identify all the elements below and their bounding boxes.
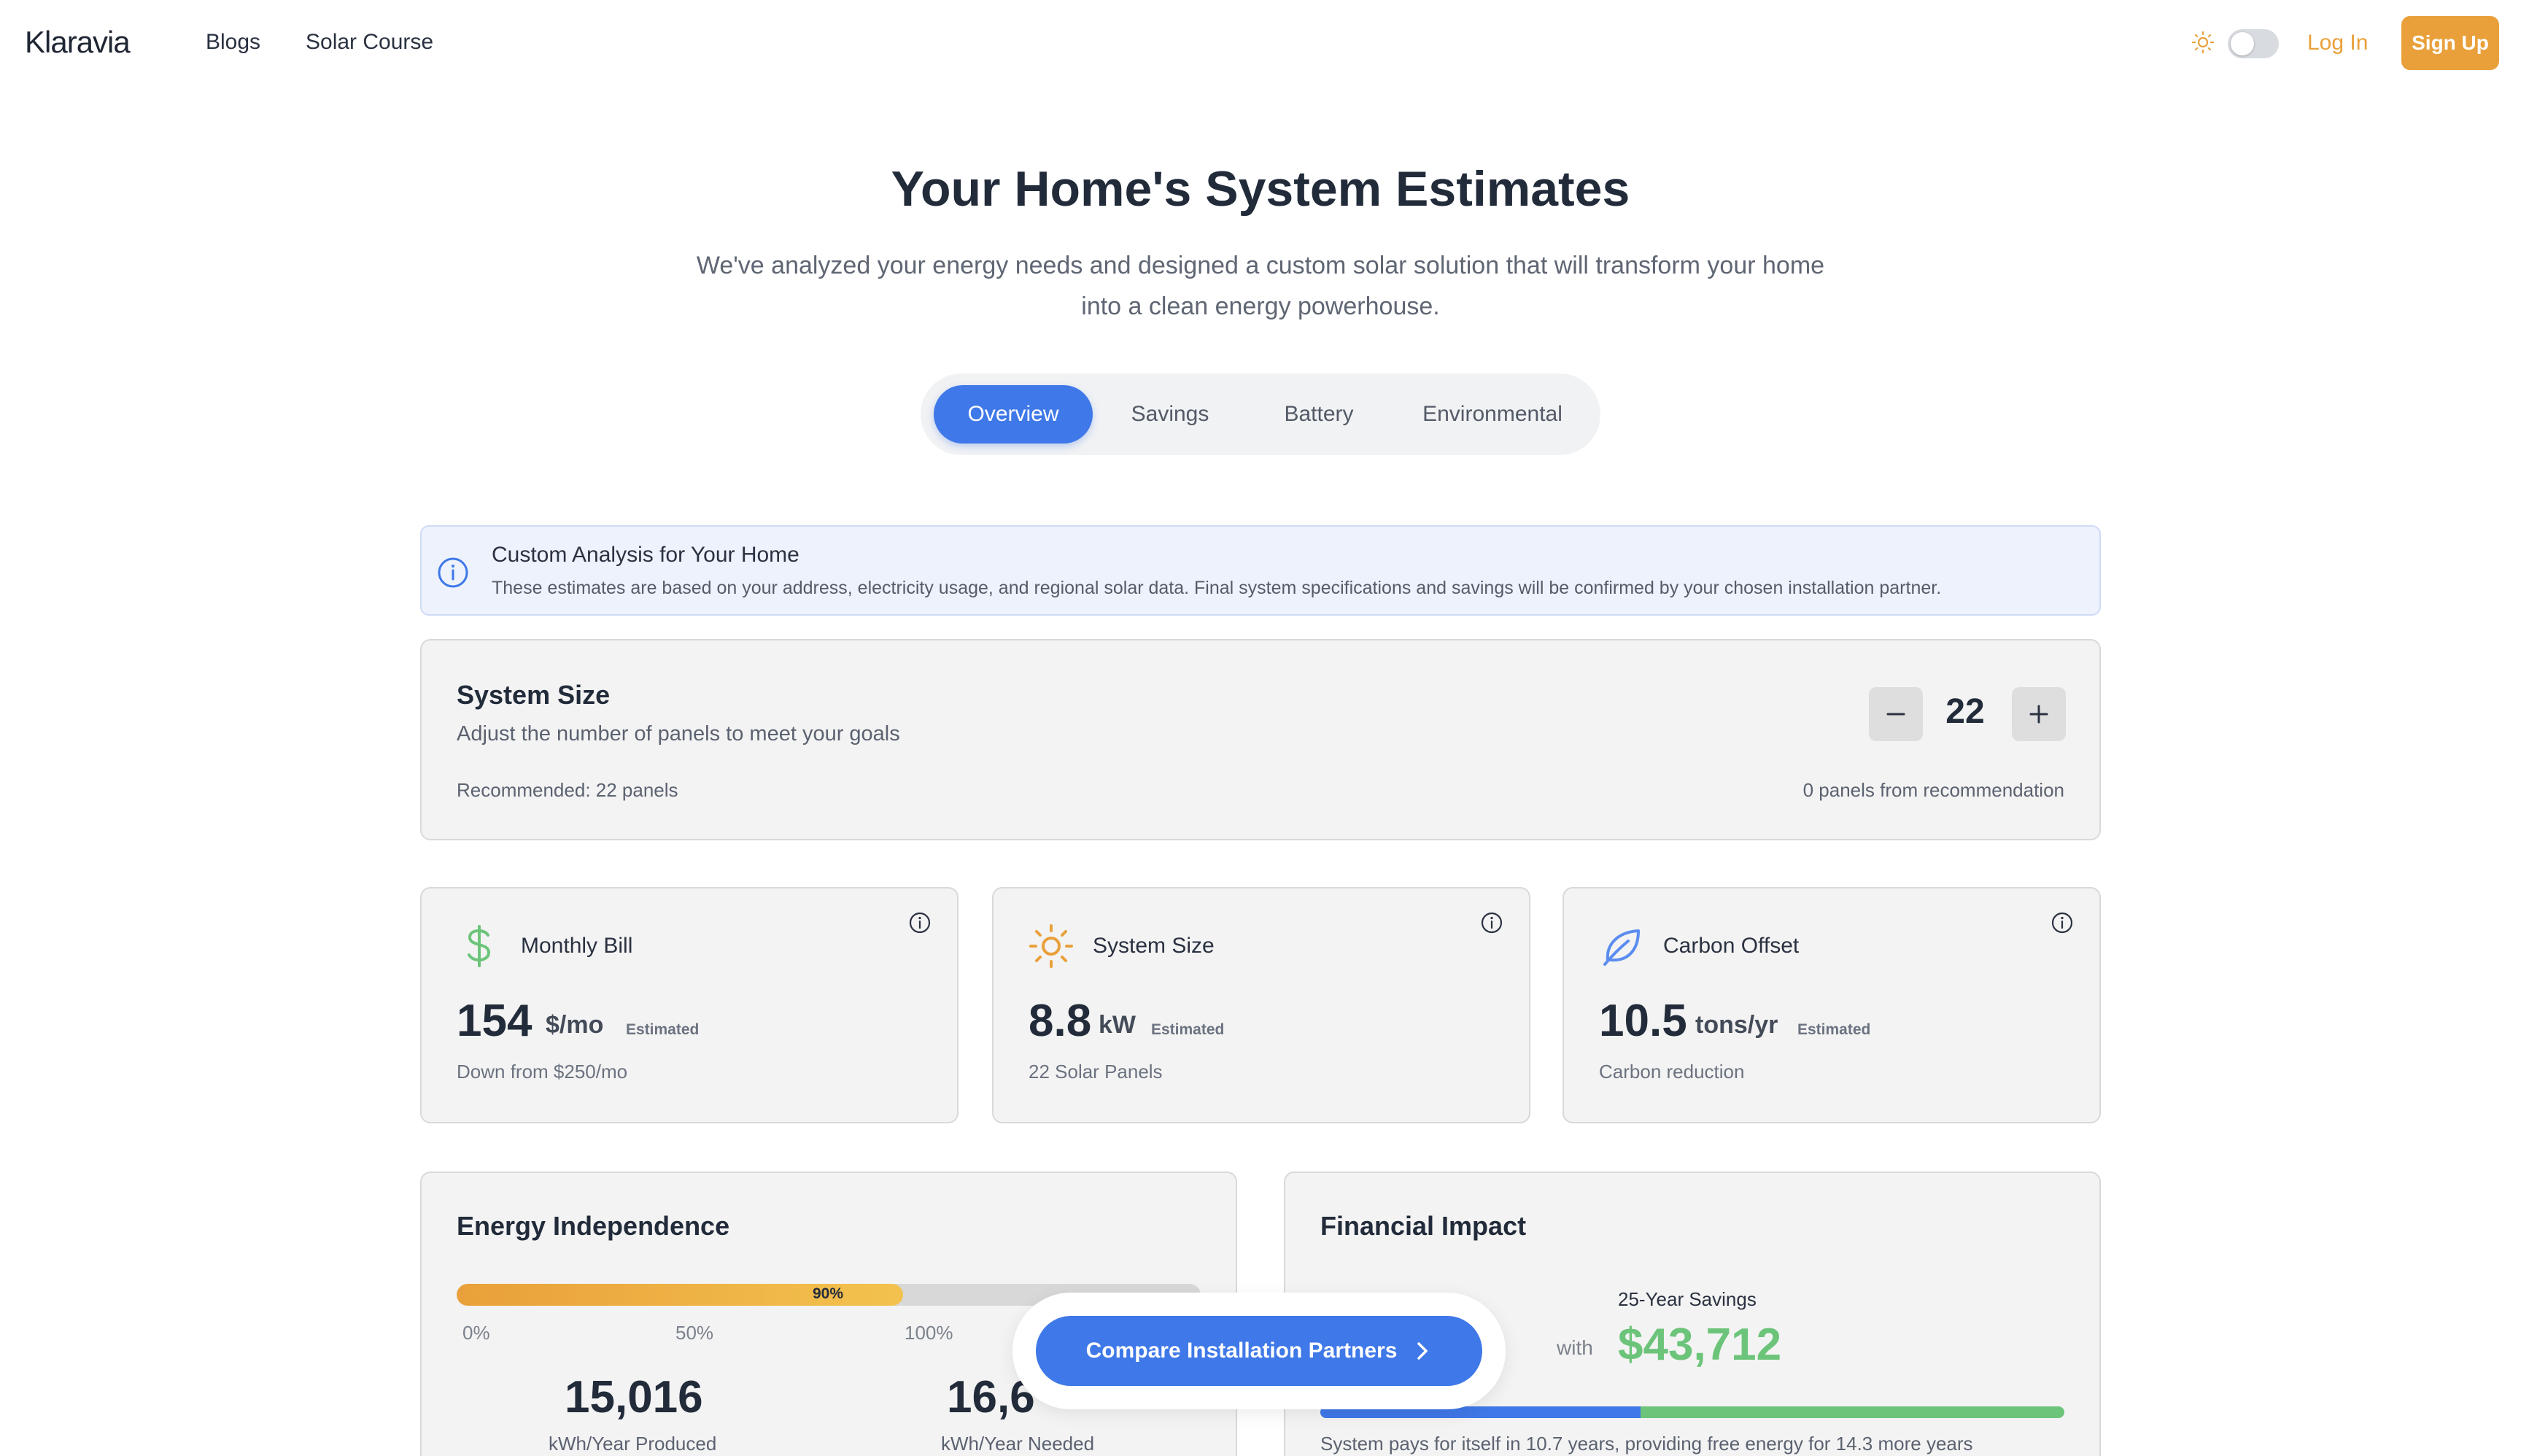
- logo[interactable]: Klaravia: [25, 25, 131, 60]
- tick-label: 0%: [462, 1322, 490, 1344]
- signup-button[interactable]: Sign Up: [2401, 16, 2499, 70]
- recommended-panels: Recommended: 22 panels: [457, 779, 678, 801]
- recommendation-difference: 0 panels from recommendation: [1802, 779, 2064, 801]
- estimated-badge: Estimated: [626, 1021, 700, 1038]
- chevron-right-icon: [1417, 1342, 1428, 1360]
- produced-value: 15,016: [565, 1372, 703, 1422]
- compare-partners-button[interactable]: Compare Installation Partners: [1036, 1316, 1482, 1386]
- stat-label: Carbon Offset: [1663, 934, 1800, 958]
- info-icon[interactable]: [907, 910, 932, 935]
- estimated-badge: Estimated: [1797, 1021, 1871, 1038]
- tab-savings[interactable]: Savings: [1104, 385, 1236, 444]
- stat-value: 10.5: [1599, 996, 1687, 1046]
- tick-label: 100%: [905, 1322, 953, 1344]
- stat-unit: kW: [1099, 1011, 1136, 1039]
- info-banner-title: Custom Analysis for Your Home: [492, 543, 799, 567]
- tick-label: 50%: [675, 1322, 714, 1344]
- leaf-icon: [1603, 929, 1640, 966]
- stat-label: Monthly Bill: [521, 934, 633, 958]
- nav-link-blogs[interactable]: Blogs: [206, 30, 260, 55]
- produced-label: kWh/Year Produced: [549, 1433, 717, 1455]
- tab-bar: Overview Savings Battery Environmental: [921, 373, 1600, 455]
- tab-environmental[interactable]: Environmental: [1402, 385, 1583, 444]
- dollar-icon: [468, 925, 491, 967]
- decrease-panels-button[interactable]: [1869, 687, 1923, 741]
- increase-panels-button[interactable]: [2012, 687, 2066, 741]
- sun-icon[interactable]: [2191, 31, 2215, 54]
- system-size-stat-card: System Size 8.8 kW Estimated 22 Solar Pa…: [992, 887, 1530, 1123]
- stat-unit: $/mo: [546, 1011, 604, 1039]
- with-label: with: [1557, 1336, 1593, 1359]
- stat-note: Carbon reduction: [1599, 1061, 1745, 1083]
- tab-battery[interactable]: Battery: [1253, 385, 1385, 444]
- needed-label: kWh/Year Needed: [941, 1433, 1095, 1455]
- monthly-bill-card: Monthly Bill 154 $/mo Estimated Down fro…: [420, 887, 959, 1123]
- stat-label: System Size: [1093, 934, 1215, 958]
- stat-note: 22 Solar Panels: [1029, 1061, 1163, 1083]
- info-banner-text: These estimates are based on your addres…: [492, 578, 1942, 598]
- tab-overview[interactable]: Overview: [934, 385, 1093, 444]
- page-title: Your Home's System Estimates: [891, 161, 1630, 217]
- independence-progress-label: 90%: [813, 1285, 844, 1302]
- stat-unit: tons/yr: [1695, 1011, 1778, 1039]
- info-icon: [438, 557, 468, 588]
- cta-container: Compare Installation Partners: [1012, 1293, 1506, 1409]
- stat-value: 154: [457, 996, 533, 1046]
- system-size-title: System Size: [457, 680, 611, 710]
- carbon-offset-card: Carbon Offset 10.5 tons/yr Estimated Car…: [1562, 887, 2101, 1123]
- stat-note: Down from $250/mo: [457, 1061, 628, 1083]
- financial-impact-title: Financial Impact: [1320, 1211, 1527, 1241]
- system-size-subtitle: Adjust the number of panels to meet your…: [457, 722, 900, 746]
- panel-count: 22: [1945, 692, 1985, 731]
- theme-toggle[interactable]: [2228, 29, 2279, 58]
- compare-partners-label: Compare Installation Partners: [1085, 1339, 1398, 1363]
- minus-icon: [1886, 713, 1905, 716]
- payback-note: System pays for itself in 10.7 years, pr…: [1320, 1433, 1973, 1455]
- info-icon[interactable]: [2050, 910, 2075, 935]
- estimated-badge: Estimated: [1151, 1021, 1225, 1038]
- info-icon[interactable]: [1479, 910, 1504, 935]
- plus-icon: [2029, 705, 2048, 724]
- stat-value: 8.8: [1029, 996, 1092, 1046]
- page-subtitle: We've analyzed your energy needs and des…: [696, 252, 1825, 320]
- savings-label: 25-Year Savings: [1618, 1288, 1757, 1310]
- savings-value: $43,712: [1618, 1320, 1782, 1370]
- sun-icon: [1029, 924, 1073, 968]
- login-link[interactable]: Log In: [2307, 31, 2368, 55]
- info-banner: Custom Analysis for Your Home These esti…: [420, 525, 2101, 616]
- nav-link-solar-course[interactable]: Solar Course: [306, 30, 433, 55]
- system-size-card: System Size Adjust the number of panels …: [420, 639, 2101, 840]
- top-nav: Klaravia Blogs Solar Course Log In Sign …: [0, 0, 2521, 88]
- energy-independence-title: Energy Independence: [457, 1211, 730, 1241]
